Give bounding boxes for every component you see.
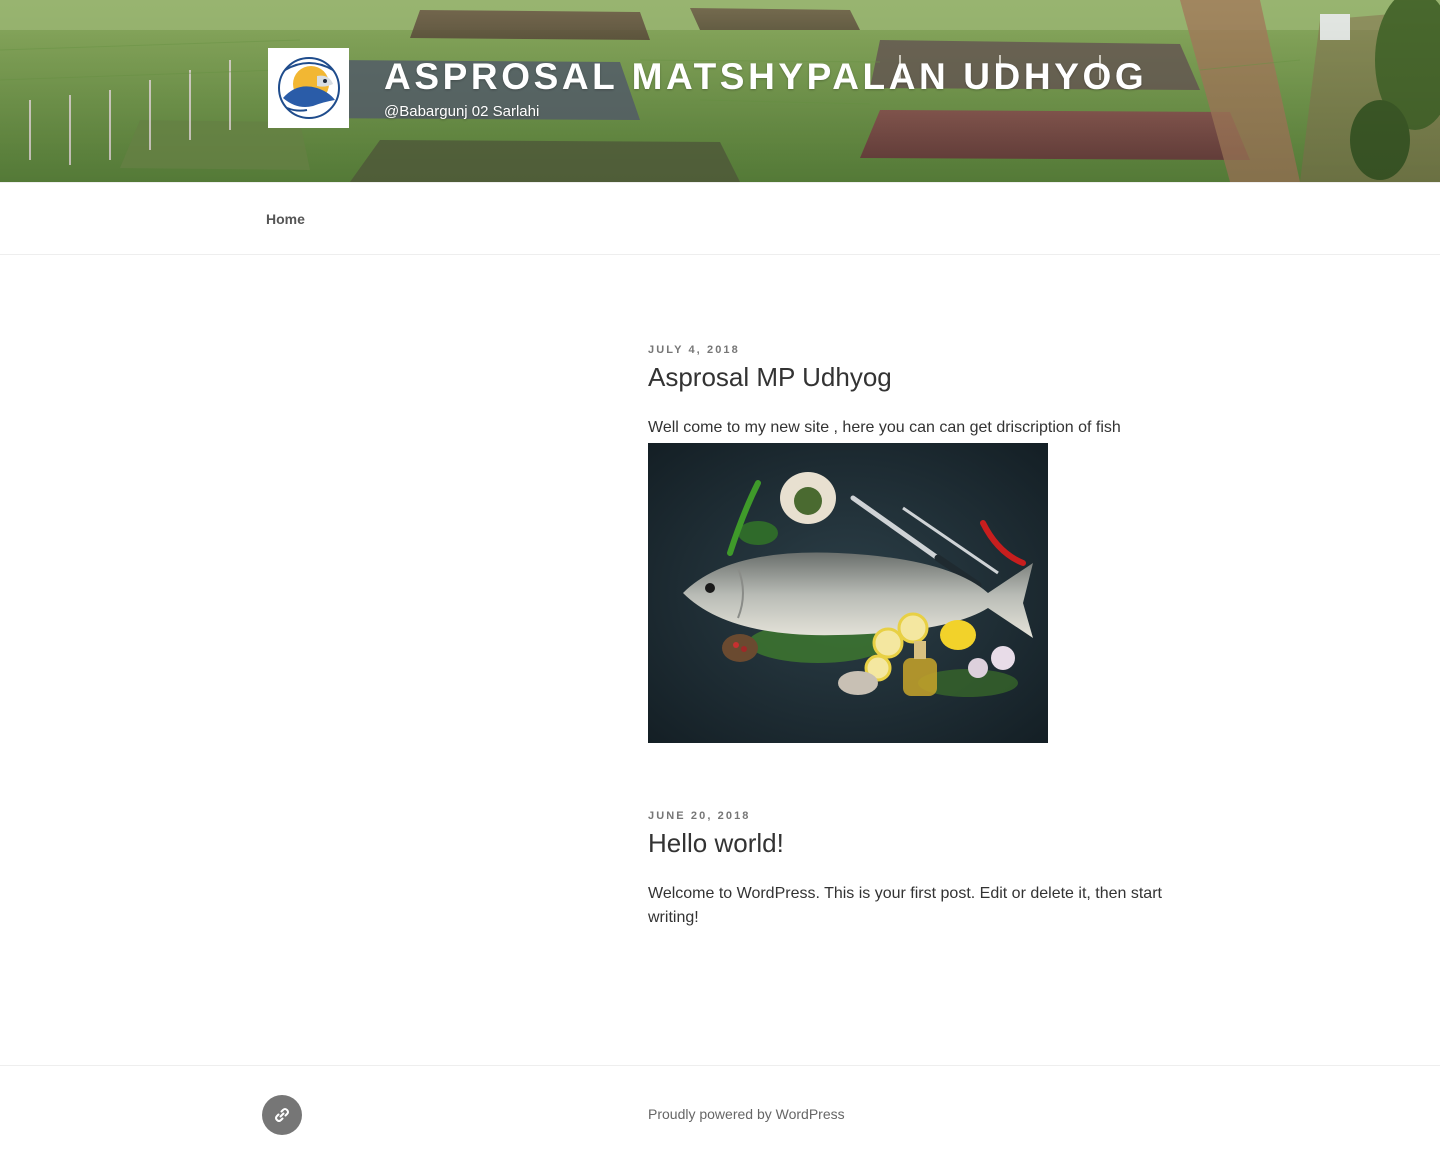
post-content: Welcome to WordPress. This is your first…: [648, 885, 1162, 926]
site-logo[interactable]: [268, 48, 349, 128]
link-icon[interactable]: [262, 1095, 302, 1135]
powered-by-link[interactable]: Proudly powered by WordPress: [648, 1106, 845, 1122]
post-date[interactable]: June 20, 2018: [648, 810, 1178, 822]
post-title[interactable]: Hello world!: [648, 828, 1178, 859]
post-article: July 4, 2018 Asprosal MP Udhyog Well com…: [648, 344, 1178, 743]
main-navigation: Home: [0, 182, 1440, 255]
site-tagline: @Babargunj 02 Sarlahi: [384, 103, 540, 120]
fish-logo-icon: [277, 57, 340, 119]
post-article: June 20, 2018 Hello world! Welcome to Wo…: [648, 810, 1178, 930]
site-header: Asprosal Matshypalan Udhyog @Babargunj 0…: [0, 0, 1440, 182]
post-title[interactable]: Asprosal MP Udhyog: [648, 362, 1178, 393]
post-date[interactable]: July 4, 2018: [648, 344, 1178, 356]
nav-item-home[interactable]: Home: [266, 211, 305, 227]
site-footer: Proudly powered by WordPress: [0, 1065, 1440, 1163]
fish-platter-image: [648, 443, 1048, 743]
site-title[interactable]: Asprosal Matshypalan Udhyog: [384, 56, 1147, 98]
post-content: Well come to my new site , here you can …: [648, 419, 1121, 436]
